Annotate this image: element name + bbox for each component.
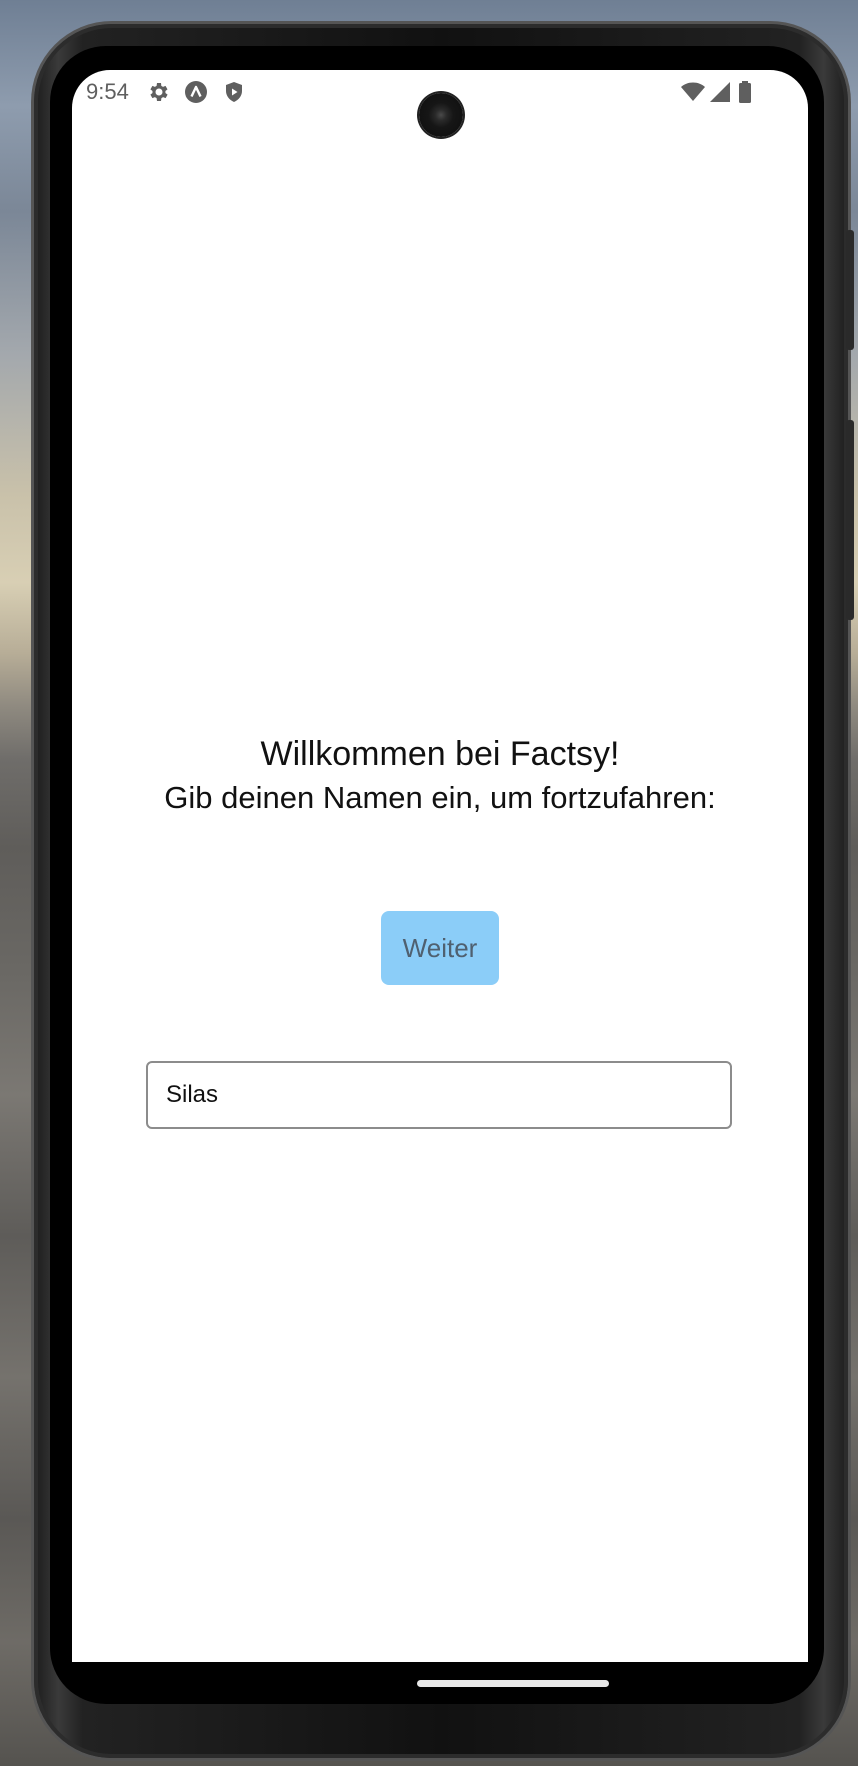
settings-icon <box>150 83 168 101</box>
continue-button[interactable]: Weiter <box>381 911 499 985</box>
volume-button <box>846 420 854 620</box>
cell-signal-icon <box>710 82 730 102</box>
instruction-text: Gib deinen Namen ein, um fortzufahren: <box>164 780 716 815</box>
home-indicator[interactable] <box>417 1680 609 1687</box>
shield-play-icon <box>226 82 242 102</box>
name-input[interactable]: Silas <box>146 1061 732 1129</box>
front-camera <box>419 93 463 137</box>
page-title: Willkommen bei Factsy! <box>260 735 620 773</box>
battery-icon <box>739 81 751 103</box>
power-button <box>846 230 854 350</box>
android-a-icon <box>185 81 207 103</box>
navigation-bar <box>72 1662 808 1704</box>
welcome-message: Willkommen bei Factsy! Gib deinen Namen … <box>72 732 808 820</box>
wifi-icon <box>681 82 705 101</box>
status-time: 9:54 <box>86 79 129 104</box>
name-input-value: Silas <box>166 1081 219 1108</box>
app-screen: 9:54 Willkommen bei Factsy! Gib deinen N… <box>72 70 808 1662</box>
